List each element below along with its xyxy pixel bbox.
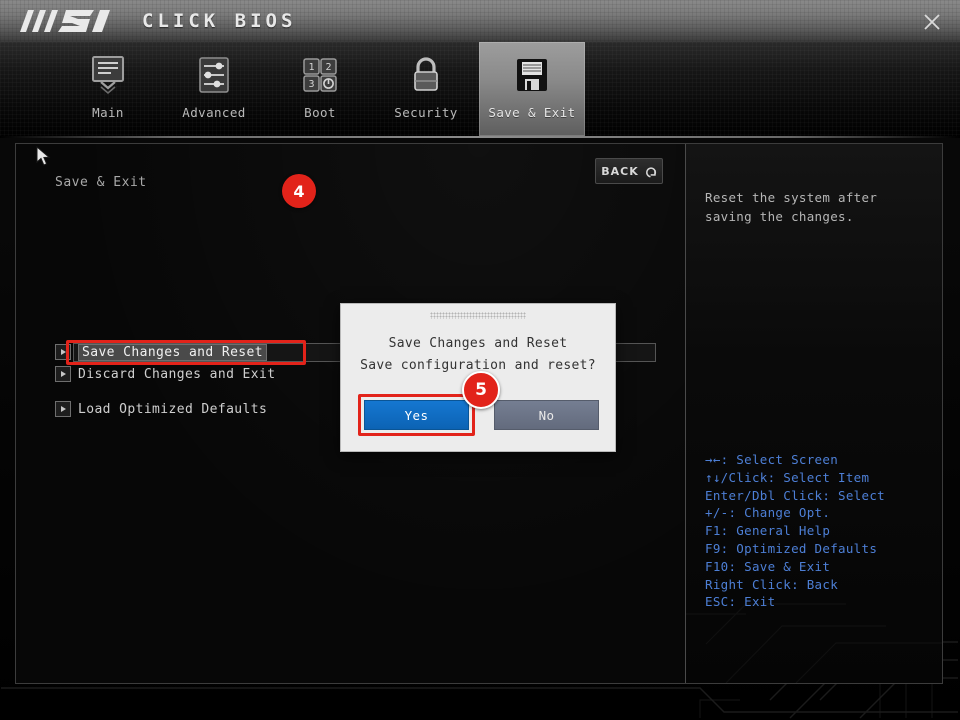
- svg-text:3: 3: [308, 79, 314, 90]
- key-binding: Enter/Dbl Click: Select: [705, 487, 930, 505]
- close-x-glyph: [922, 12, 942, 32]
- msi-logo-icon: [18, 8, 128, 34]
- key-binding: ↑↓/Click: Select Item: [705, 469, 930, 487]
- annotation-highlight-yes: [358, 394, 475, 436]
- annotation-badge-4: 4: [282, 174, 316, 208]
- svg-text:2: 2: [325, 62, 331, 73]
- svg-text:1: 1: [308, 62, 314, 73]
- tab-advanced[interactable]: Advanced: [161, 42, 267, 136]
- app-header: CLICK BIOS: [0, 0, 960, 42]
- brand-text: CLICK BIOS: [142, 10, 296, 32]
- key-binding: F10: Save & Exit: [705, 558, 930, 576]
- triangle-right-icon: [55, 401, 71, 417]
- key-binding: →←: Select Screen: [705, 451, 930, 469]
- annotation-badge-5: 5: [462, 371, 500, 409]
- key-binding: F9: Optimized Defaults: [705, 540, 930, 558]
- dialog-no-button[interactable]: No: [494, 400, 599, 430]
- key-binding: +/-: Change Opt.: [705, 504, 930, 522]
- lock-icon: [405, 53, 447, 99]
- help-description: Reset the system after saving the change…: [705, 188, 920, 226]
- tab-label-advanced: Advanced: [182, 105, 245, 120]
- page-title: Save & Exit: [55, 175, 147, 190]
- tab-main[interactable]: Main: [55, 42, 161, 136]
- tab-label-boot: Boot: [304, 105, 336, 120]
- back-button[interactable]: BACK: [595, 158, 663, 184]
- nav-tabs: Main Advanced: [55, 42, 585, 136]
- brand-logo: CLICK BIOS: [18, 8, 296, 34]
- monitor-icon: [87, 53, 129, 99]
- menu-item-label: Discard Changes and Exit: [78, 367, 275, 382]
- mouse-pointer-icon: [36, 146, 52, 168]
- nav-underline: [0, 136, 960, 138]
- key-binding: F1: General Help: [705, 522, 930, 540]
- floppy-disk-icon: [511, 53, 553, 99]
- triangle-right-icon: [55, 366, 71, 382]
- menu-item-label: Load Optimized Defaults: [78, 402, 267, 417]
- tab-security[interactable]: Security: [373, 42, 479, 136]
- dialog-title: Save Changes and Reset: [341, 336, 615, 351]
- menu-item-load-optimized-defaults[interactable]: Load Optimized Defaults: [55, 399, 267, 419]
- key-binding: Right Click: Back: [705, 576, 930, 594]
- boot-grid-icon: 123: [299, 53, 341, 99]
- annotation-highlight-row: [66, 340, 306, 365]
- key-binding: ESC: Exit: [705, 593, 930, 611]
- main-navigation: Main Advanced: [0, 42, 960, 138]
- sliders-icon: [193, 53, 235, 99]
- help-panel: Reset the system after saving the change…: [686, 144, 942, 683]
- tab-label-security: Security: [394, 105, 457, 120]
- tab-label-save-exit: Save & Exit: [488, 105, 575, 120]
- menu-item-discard-changes-and-exit[interactable]: Discard Changes and Exit: [55, 364, 275, 384]
- tab-boot[interactable]: 123 Boot: [267, 42, 373, 136]
- key-bindings-list: →←: Select Screen ↑↓/Click: Select Item …: [705, 451, 930, 611]
- tab-label-main: Main: [92, 105, 124, 120]
- close-icon[interactable]: [918, 8, 946, 36]
- tab-save-and-exit[interactable]: Save & Exit: [479, 42, 585, 136]
- undo-arrow-icon: [644, 165, 657, 178]
- dotted-grip-icon: [430, 312, 526, 319]
- back-button-label: BACK: [601, 165, 639, 178]
